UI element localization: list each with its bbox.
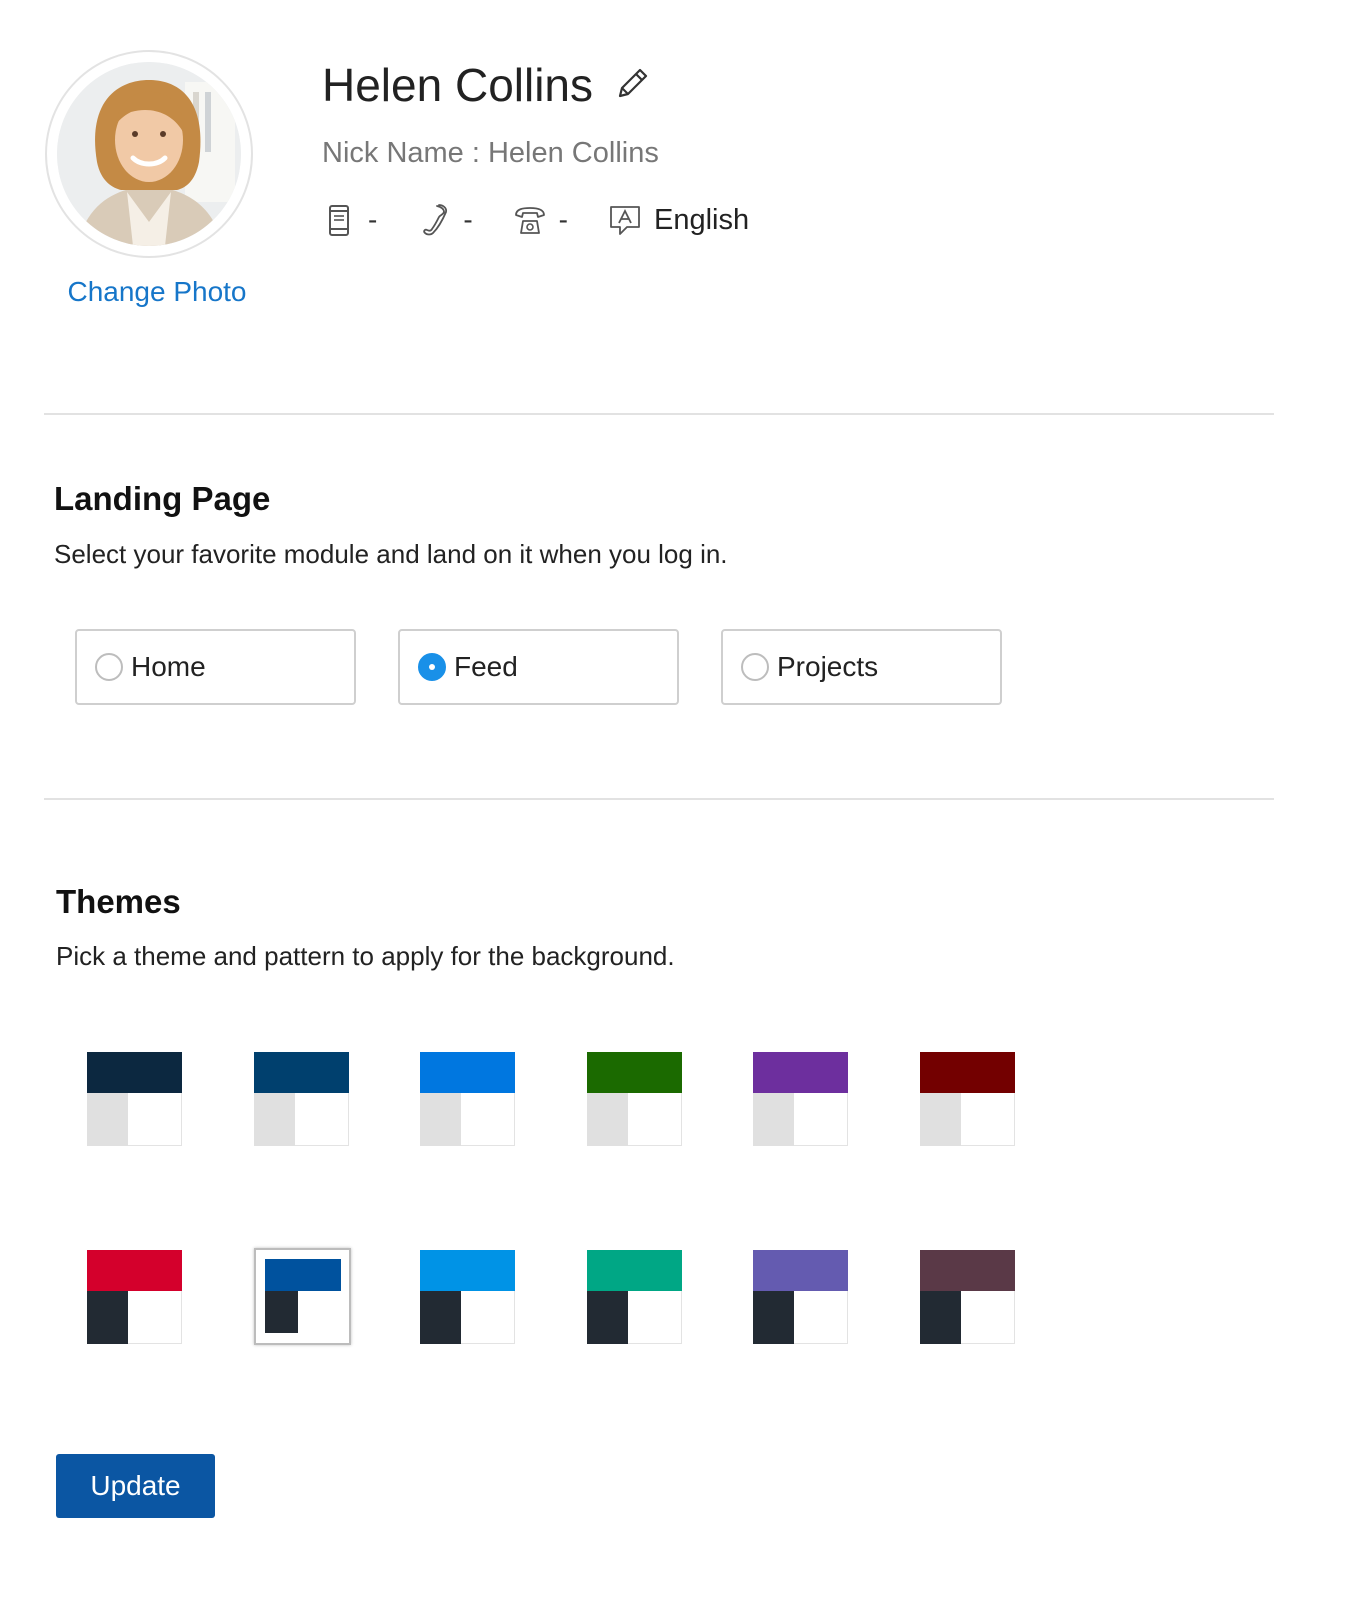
section-divider <box>44 413 1274 415</box>
theme-header-color <box>920 1052 1015 1093</box>
mobile-phone-icon <box>329 205 349 236</box>
landing-option-projects[interactable]: Projects <box>721 629 1002 705</box>
theme-header-color <box>753 1052 848 1093</box>
theme-swatch-dark-6[interactable] <box>920 1250 1016 1346</box>
landing-page-title: Landing Page <box>54 480 271 517</box>
feed-radio[interactable] <box>418 653 446 681</box>
themes-description: Pick a theme and pattern to apply for th… <box>56 941 675 971</box>
theme-swatch-light-3[interactable] <box>420 1052 516 1148</box>
theme-header-color <box>753 1250 848 1291</box>
landing-option-feed[interactable]: Feed <box>398 629 679 705</box>
projects-radio-label: Projects <box>777 651 879 682</box>
phone-handset-icon <box>423 204 448 236</box>
theme-sidebar-color <box>420 1291 461 1344</box>
update-button[interactable]: Update <box>56 1454 215 1518</box>
theme-sidebar-color <box>87 1291 128 1344</box>
theme-sidebar-color <box>587 1093 628 1146</box>
theme-content-area <box>628 1291 682 1344</box>
theme-header-color <box>587 1052 682 1093</box>
home-radio[interactable] <box>95 653 123 681</box>
theme-sidebar-color <box>753 1291 794 1344</box>
theme-swatch-light-5[interactable] <box>753 1052 849 1148</box>
theme-swatch-dark-5[interactable] <box>753 1250 849 1346</box>
themes-title: Themes <box>56 883 181 920</box>
theme-content-area <box>461 1093 515 1146</box>
section-divider <box>44 798 1274 800</box>
theme-sidebar-color <box>920 1291 961 1344</box>
theme-swatch-light-2[interactable] <box>254 1052 350 1148</box>
phone-value: - <box>463 204 473 235</box>
user-name: Helen Collins <box>322 59 594 111</box>
language-info: English <box>608 203 749 237</box>
theme-swatch-dark-4[interactable] <box>587 1250 683 1346</box>
theme-content-area <box>628 1093 682 1146</box>
theme-swatch-dark-3[interactable] <box>420 1250 516 1346</box>
contact-info-row: - - - English <box>322 200 777 240</box>
theme-content-area <box>295 1093 349 1146</box>
theme-content-area <box>794 1291 848 1344</box>
nickname-text: Nick Name : Helen Collins <box>322 137 659 169</box>
theme-header-color <box>87 1250 182 1291</box>
landing-option-home[interactable]: Home <box>75 629 356 705</box>
language-value: English <box>653 203 750 236</box>
edit-pencil-icon[interactable] <box>614 66 650 102</box>
landline-info: - <box>513 203 568 237</box>
theme-content-area <box>961 1093 1015 1146</box>
theme-sidebar-color <box>265 1291 298 1333</box>
theme-header-color <box>587 1250 682 1291</box>
theme-swatch-dark-2[interactable] <box>254 1248 351 1345</box>
theme-header-color <box>265 1259 341 1291</box>
feed-radio-label: Feed <box>454 651 518 682</box>
theme-header-color <box>420 1052 515 1093</box>
theme-content-area <box>128 1093 182 1146</box>
projects-radio[interactable] <box>741 653 769 681</box>
avatar-photo <box>57 62 241 246</box>
avatar <box>57 62 241 246</box>
theme-sidebar-color <box>920 1093 961 1146</box>
language-icon <box>610 206 640 235</box>
phone-info: - <box>417 203 473 237</box>
theme-content-area <box>961 1291 1015 1344</box>
home-radio-label: Home <box>131 651 206 682</box>
landline-value: - <box>558 204 568 235</box>
theme-header-color <box>254 1052 349 1093</box>
theme-content-area <box>461 1291 515 1344</box>
theme-header-color <box>420 1250 515 1291</box>
theme-sidebar-color <box>87 1093 128 1146</box>
theme-sidebar-color <box>420 1093 461 1146</box>
theme-sidebar-color <box>753 1093 794 1146</box>
mobile-value: - <box>368 204 378 235</box>
theme-swatch-light-1[interactable] <box>87 1052 183 1148</box>
landing-page-description: Select your favorite module and land on … <box>54 539 728 569</box>
theme-swatch-dark-1[interactable] <box>87 1250 183 1346</box>
theme-header-color <box>920 1250 1015 1291</box>
telephone-icon <box>514 207 545 234</box>
theme-swatch-light-6[interactable] <box>920 1052 1016 1148</box>
theme-header-color <box>87 1052 182 1093</box>
theme-swatch-light-4[interactable] <box>587 1052 683 1148</box>
theme-content-area <box>128 1291 182 1344</box>
theme-sidebar-color <box>254 1093 295 1146</box>
theme-content-area <box>794 1093 848 1146</box>
mobile-info: - <box>322 203 377 237</box>
change-photo-link[interactable]: Change Photo <box>45 276 269 308</box>
theme-sidebar-color <box>587 1291 628 1344</box>
